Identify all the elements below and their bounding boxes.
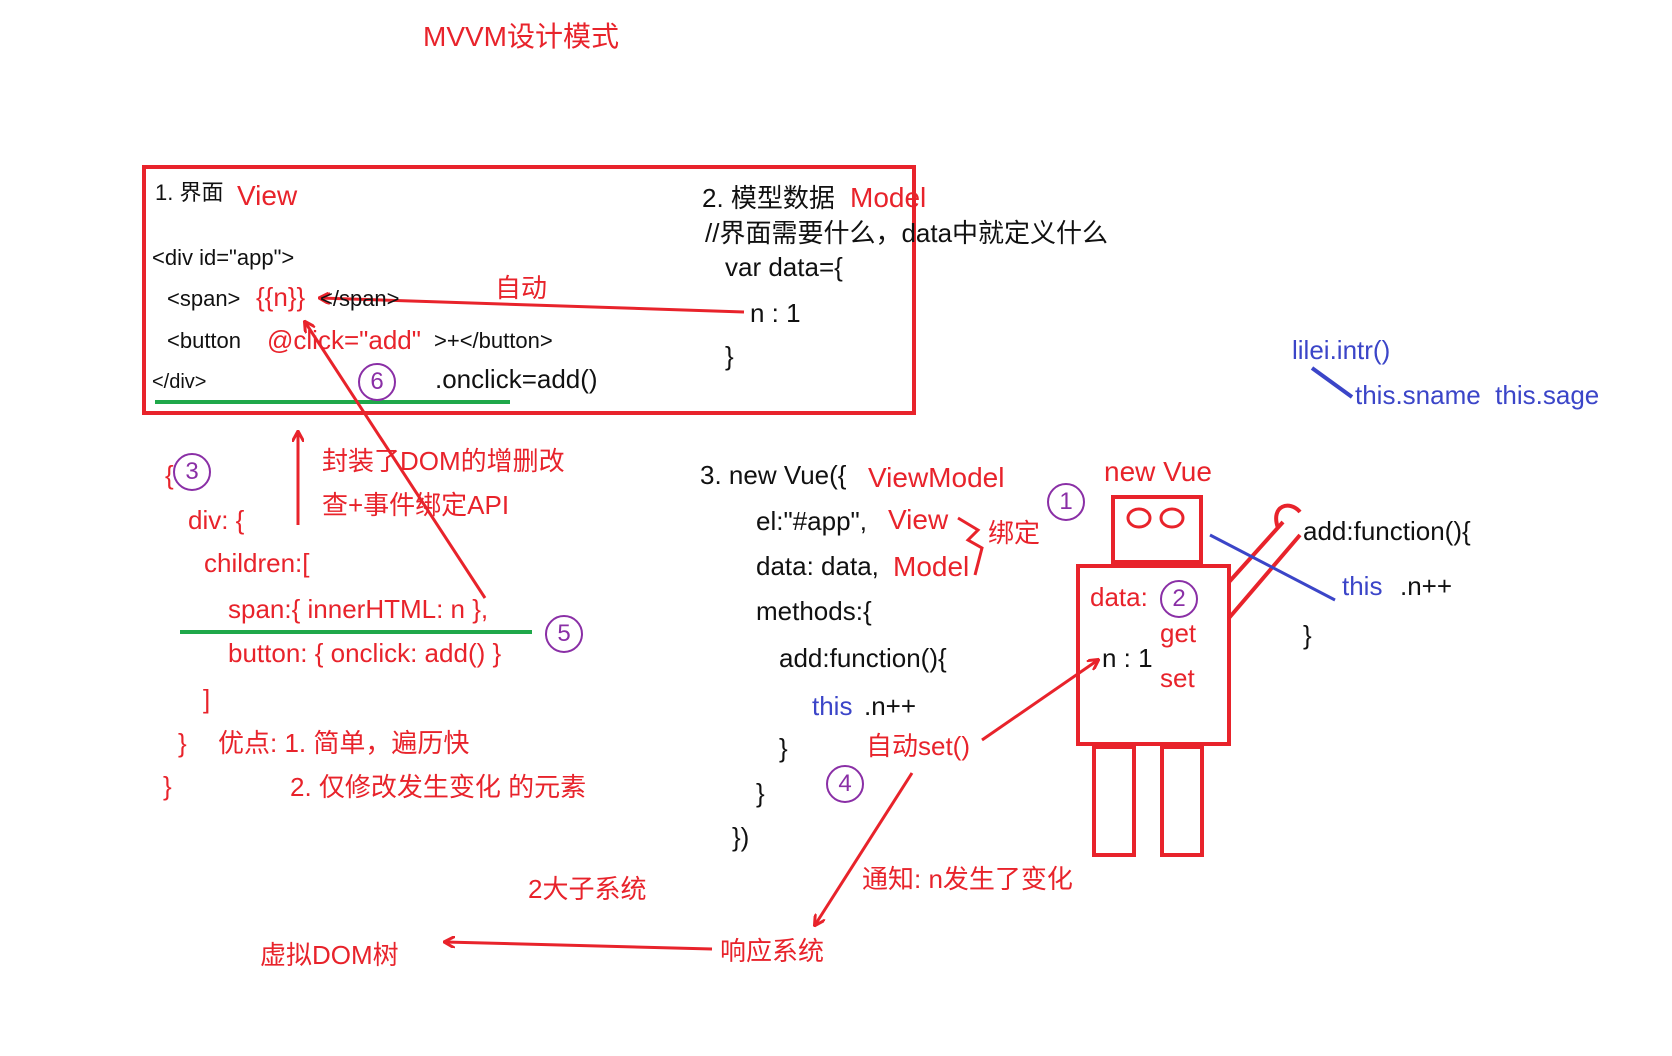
- robot-label: new Vue: [1104, 456, 1212, 487]
- robot-eye-right: [1159, 507, 1185, 529]
- view-heading: View: [237, 180, 298, 211]
- auto-set-arrow: [981, 660, 1098, 742]
- vm-methods-close: }: [756, 778, 765, 808]
- robot-leg-right: [1160, 745, 1204, 857]
- bind-label: 绑定: [988, 518, 1041, 548]
- step-2-marker: 2: [1160, 580, 1198, 618]
- robot-arm: [1227, 520, 1302, 620]
- pros-1: 优点: 1. 简单，遍历快: [218, 728, 470, 758]
- robot-set: set: [1160, 663, 1195, 693]
- robot-this-rest: .n++: [1400, 571, 1453, 601]
- robot-data-label: data:: [1090, 582, 1148, 612]
- robot-add-fn: add:function(){: [1303, 516, 1471, 546]
- lilei-pointer: [1310, 366, 1354, 399]
- vm-add-fn: add:function(){: [779, 643, 947, 673]
- tree-div-close: }: [178, 728, 187, 758]
- vm-this: this: [812, 691, 853, 721]
- pros-2: 2. 仅修改发生变化 的元素: [290, 772, 587, 802]
- code-button-close: >+</button>: [434, 328, 553, 353]
- step-1-marker: 1: [1047, 483, 1085, 521]
- step-5-marker: 5: [545, 615, 583, 653]
- vm-data: data: data,: [756, 551, 879, 581]
- model-heading-num: 2. 模型数据: [702, 183, 835, 213]
- lilei-call: lilei.intr(): [1292, 335, 1391, 365]
- code-span-open: <span>: [167, 286, 241, 311]
- auto-set-label: 自动set(): [866, 731, 971, 761]
- model-comment: //界面需要什么，data中就定义什么: [705, 218, 1109, 248]
- vm-fn-close: }: [779, 733, 788, 763]
- robot-close: }: [1303, 620, 1312, 650]
- model-n: n : 1: [750, 298, 801, 328]
- tree-span: span:{ innerHTML: n },: [228, 594, 489, 624]
- vm-el-view: View: [888, 504, 949, 535]
- vm-this-rest: .n++: [864, 691, 917, 721]
- code-span-binding: {{n}}: [256, 282, 306, 312]
- model-heading: Model: [850, 182, 927, 213]
- code-div-open: <div id="app">: [152, 245, 295, 270]
- lilei-members: this.sname this.sage: [1355, 380, 1600, 410]
- vm-heading: ViewModel: [868, 462, 1005, 493]
- vm-methods: methods:{: [756, 596, 872, 626]
- robot-head: [1111, 495, 1203, 564]
- code-span-close: </span>: [320, 286, 400, 311]
- tree-button: button: { onclick: add() }: [228, 638, 502, 668]
- step-6-marker: 6: [358, 363, 396, 401]
- page-title: MVVM设计模式: [423, 21, 620, 52]
- model-close: }: [725, 341, 734, 371]
- dom-api-line2: 查+事件绑定API: [322, 490, 510, 520]
- tree-bracket-close: ]: [203, 684, 211, 714]
- tree-div: div: {: [188, 505, 245, 535]
- step-3-marker: 3: [173, 453, 211, 491]
- code-button-click: @click="add": [267, 325, 421, 355]
- code-button-open: <button: [167, 328, 248, 353]
- canvas: MVVM设计模式 1. 界面 View <div id="app"> <span…: [0, 0, 1672, 1056]
- reactive-to-vdom-arrow: [445, 942, 713, 951]
- vm-vue-close: }): [732, 822, 750, 852]
- vm-heading-num: 3. new Vue({: [700, 460, 847, 490]
- view-heading-num: 1. 界面: [155, 180, 224, 205]
- robot-eye-left: [1126, 507, 1152, 529]
- code-div-close: </div>: [152, 371, 207, 393]
- onclick-note: .onclick=add(): [435, 364, 598, 394]
- step-4-marker: 4: [826, 765, 864, 803]
- dom-api-line1: 封装了DOM的增删改: [322, 446, 565, 476]
- robot-get: get: [1160, 618, 1197, 648]
- model-var: var data={: [725, 252, 843, 282]
- tree-outer-close: }: [163, 771, 172, 801]
- auto-label: 自动: [495, 273, 548, 303]
- robot-n: n : 1: [1102, 643, 1153, 673]
- robot-this: this: [1342, 571, 1383, 601]
- vm-el: el:"#app",: [756, 506, 867, 536]
- tree-children: children:[: [204, 548, 310, 578]
- reactive-label: 响应系统: [720, 936, 825, 966]
- robot-leg-left: [1092, 745, 1136, 857]
- vdom-label: 虚拟DOM树: [260, 940, 399, 970]
- subsystems-label: 2大子系统: [528, 874, 647, 904]
- notify-label: 通知: n发生了变化: [862, 864, 1073, 894]
- vm-data-model: Model: [893, 551, 970, 582]
